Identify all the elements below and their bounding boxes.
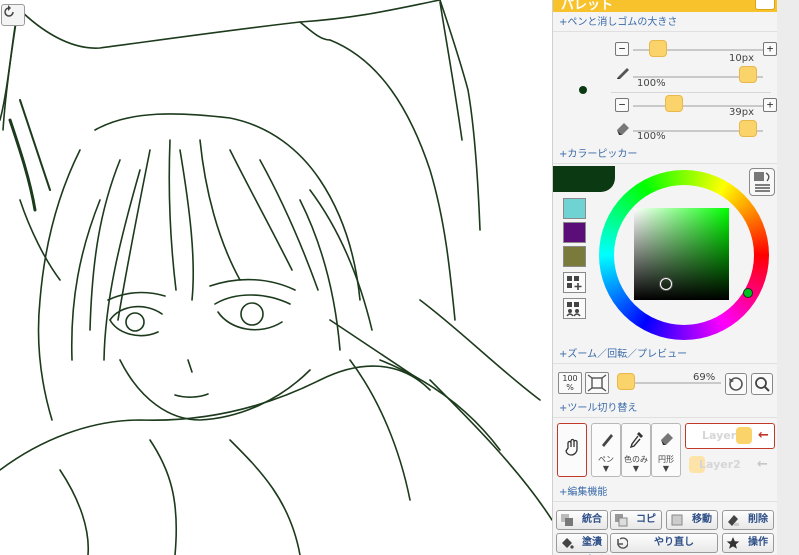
undo-icon bbox=[617, 537, 628, 549]
merge-icon bbox=[561, 514, 573, 526]
section-zoom-label: +ズーム／回転／プレビュー bbox=[559, 349, 688, 360]
rotate-button[interactable] bbox=[1, 4, 25, 26]
color-mode-button[interactable] bbox=[749, 168, 775, 196]
eraser-size-plus-button[interactable]: + bbox=[763, 98, 777, 112]
layer-1-knob bbox=[736, 427, 752, 444]
saturation-value-square[interactable] bbox=[634, 208, 729, 300]
rotate-reset-button[interactable] bbox=[725, 373, 747, 395]
eraser-opacity-knob[interactable] bbox=[739, 120, 757, 137]
section-color-picker-label: +カラーピッカー bbox=[559, 149, 638, 160]
rotate-cw-icon bbox=[4, 5, 14, 17]
rotate-reset-icon bbox=[729, 377, 743, 391]
fit-screen-button[interactable] bbox=[585, 372, 609, 394]
color-swatch-purple[interactable] bbox=[563, 222, 586, 243]
move-label: 移動 bbox=[692, 514, 712, 525]
pen-opacity-value: 100% bbox=[637, 78, 666, 89]
current-color bbox=[553, 166, 615, 192]
pen-opacity-knob[interactable] bbox=[739, 66, 757, 83]
fit-screen-icon bbox=[587, 374, 607, 392]
layer-2-arrow-icon[interactable]: ← bbox=[757, 457, 768, 472]
tool-eraser-arrow: ▼ bbox=[662, 464, 670, 473]
operation-button[interactable]: 操作 bbox=[722, 533, 774, 553]
color-swatch-cyan[interactable] bbox=[563, 198, 586, 219]
pen-icon bbox=[602, 434, 613, 447]
merge-label: 統合 bbox=[582, 514, 602, 525]
palette-title: パレット bbox=[561, 0, 614, 13]
pen-size-value: 10px bbox=[729, 53, 754, 64]
fill-button[interactable]: 塗潰し bbox=[556, 533, 608, 553]
zoom-value: 69% bbox=[693, 372, 716, 383]
color-swatch-olive[interactable] bbox=[563, 246, 586, 267]
merge-button[interactable]: 統合 bbox=[556, 510, 608, 530]
app-root: パレット +ペンと消しゴムの大きさ − + 10px 100% − + 39px bbox=[0, 0, 799, 555]
pen-icon bbox=[617, 68, 629, 79]
eraser-icon bbox=[617, 123, 629, 135]
line-art-drawing bbox=[0, 0, 552, 555]
copy-button[interactable]: コピー bbox=[610, 510, 662, 543]
pen-size-knob[interactable] bbox=[649, 40, 667, 57]
tool-pen-arrow: ▼ bbox=[602, 464, 610, 473]
tool-pen[interactable]: ペン ▼ bbox=[591, 423, 621, 477]
brush-preview-dot bbox=[579, 86, 587, 94]
layer-1-arrow-icon[interactable]: ← bbox=[758, 428, 769, 443]
eraser-opacity-value: 100% bbox=[637, 131, 666, 142]
zoom-reset-label: 100 bbox=[562, 374, 578, 383]
color-settings-icon bbox=[754, 172, 770, 192]
tool-eyedropper-arrow: ▼ bbox=[632, 464, 640, 473]
layer-1-chip[interactable]: Layer1 ← bbox=[685, 423, 775, 449]
section-tool-switch-label: +ツール切り替え bbox=[559, 403, 638, 414]
side-scroll-area bbox=[777, 0, 799, 555]
add-swatch-button[interactable] bbox=[563, 272, 586, 293]
eraser-size-minus-button[interactable]: − bbox=[615, 98, 629, 112]
tool-eyedropper[interactable]: 色のみ ▼ bbox=[621, 423, 651, 477]
tool-eraser[interactable]: 円形 ▼ bbox=[651, 423, 681, 477]
fill-label: 塗潰し bbox=[582, 537, 602, 548]
delete-button[interactable]: 削除 bbox=[722, 510, 774, 530]
zoom-reset-unit: % bbox=[566, 383, 574, 392]
grid-user-icon bbox=[566, 302, 581, 317]
magnifier-icon bbox=[755, 377, 770, 392]
tool-hand[interactable] bbox=[557, 423, 587, 477]
star-icon bbox=[726, 537, 740, 549]
copy-icon bbox=[615, 514, 628, 527]
pen-size-plus-button[interactable]: + bbox=[763, 42, 777, 56]
grid-plus-icon bbox=[567, 276, 582, 290]
move-button[interactable]: 移動 bbox=[666, 510, 718, 530]
hue-cursor[interactable] bbox=[743, 288, 753, 298]
section-brush-size[interactable]: +ペンと消しゴムの大きさ bbox=[553, 14, 777, 32]
section-zoom[interactable]: +ズーム／回転／プレビュー bbox=[553, 346, 777, 364]
pen-size-minus-button[interactable]: − bbox=[615, 42, 629, 56]
zoom-knob[interactable] bbox=[617, 373, 635, 390]
fill-bucket-icon bbox=[562, 538, 574, 549]
delete-icon bbox=[728, 515, 739, 526]
palette-panel: パレット +ペンと消しゴムの大きさ − + 10px 100% − + 39px bbox=[552, 0, 777, 555]
eraser-size-knob[interactable] bbox=[665, 95, 683, 112]
layer-2-chip[interactable]: Layer2 ← bbox=[685, 452, 775, 478]
zoom-reset-button[interactable]: 100 % bbox=[558, 372, 582, 394]
palette-collapse-button[interactable] bbox=[755, 0, 775, 10]
layer-2-label: Layer2 bbox=[699, 458, 741, 471]
section-edit[interactable]: +編集機能 bbox=[553, 484, 777, 502]
undo-label: やり直し bbox=[654, 537, 694, 548]
divider bbox=[611, 92, 771, 93]
drawing-canvas[interactable] bbox=[0, 0, 552, 555]
hand-icon bbox=[565, 438, 578, 456]
preview-zoom-button[interactable] bbox=[751, 373, 773, 395]
swatch-palette-button[interactable] bbox=[563, 298, 586, 319]
undo-button[interactable]: やり直し bbox=[610, 533, 718, 553]
operation-label: 操作 bbox=[748, 537, 768, 548]
eyedropper-icon bbox=[629, 432, 643, 448]
delete-label: 削除 bbox=[748, 514, 768, 525]
eraser-icon bbox=[661, 433, 673, 445]
sv-cursor[interactable] bbox=[660, 278, 672, 290]
section-color-picker[interactable]: +カラーピッカー bbox=[553, 146, 777, 164]
section-brush-size-label: +ペンと消しゴムの大きさ bbox=[559, 17, 678, 28]
move-icon bbox=[671, 514, 683, 526]
section-tool-switch[interactable]: +ツール切り替え bbox=[553, 400, 777, 418]
eraser-size-value: 39px bbox=[729, 107, 754, 118]
section-edit-label: +編集機能 bbox=[559, 487, 608, 498]
palette-header[interactable]: パレット bbox=[553, 0, 777, 13]
